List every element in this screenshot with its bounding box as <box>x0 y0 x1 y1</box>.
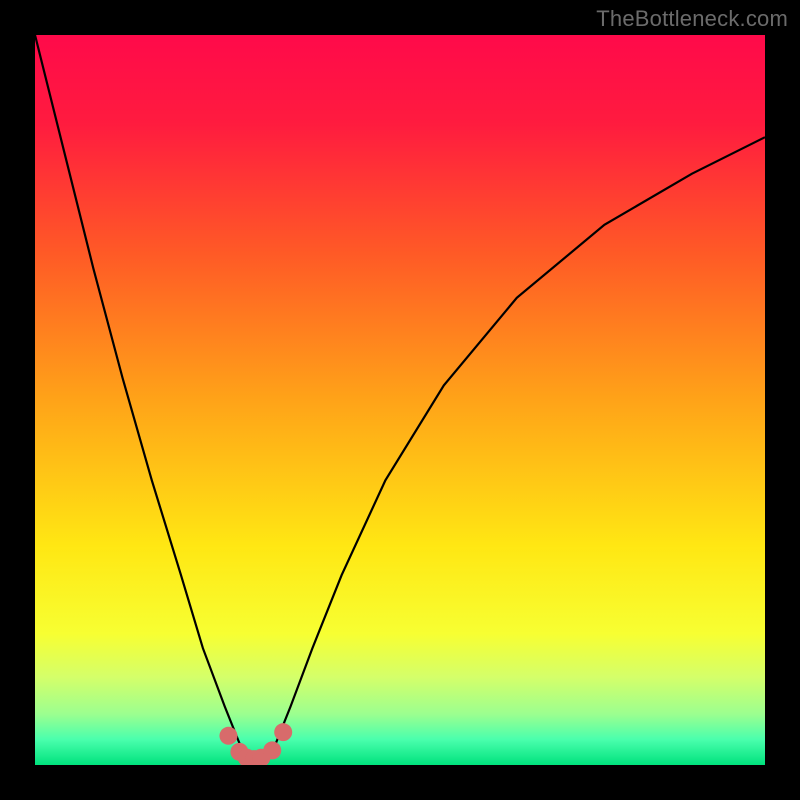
chart-frame: TheBottleneck.com <box>0 0 800 800</box>
plot-area <box>35 35 765 765</box>
background-gradient <box>35 35 765 765</box>
watermark-text: TheBottleneck.com <box>596 6 788 32</box>
